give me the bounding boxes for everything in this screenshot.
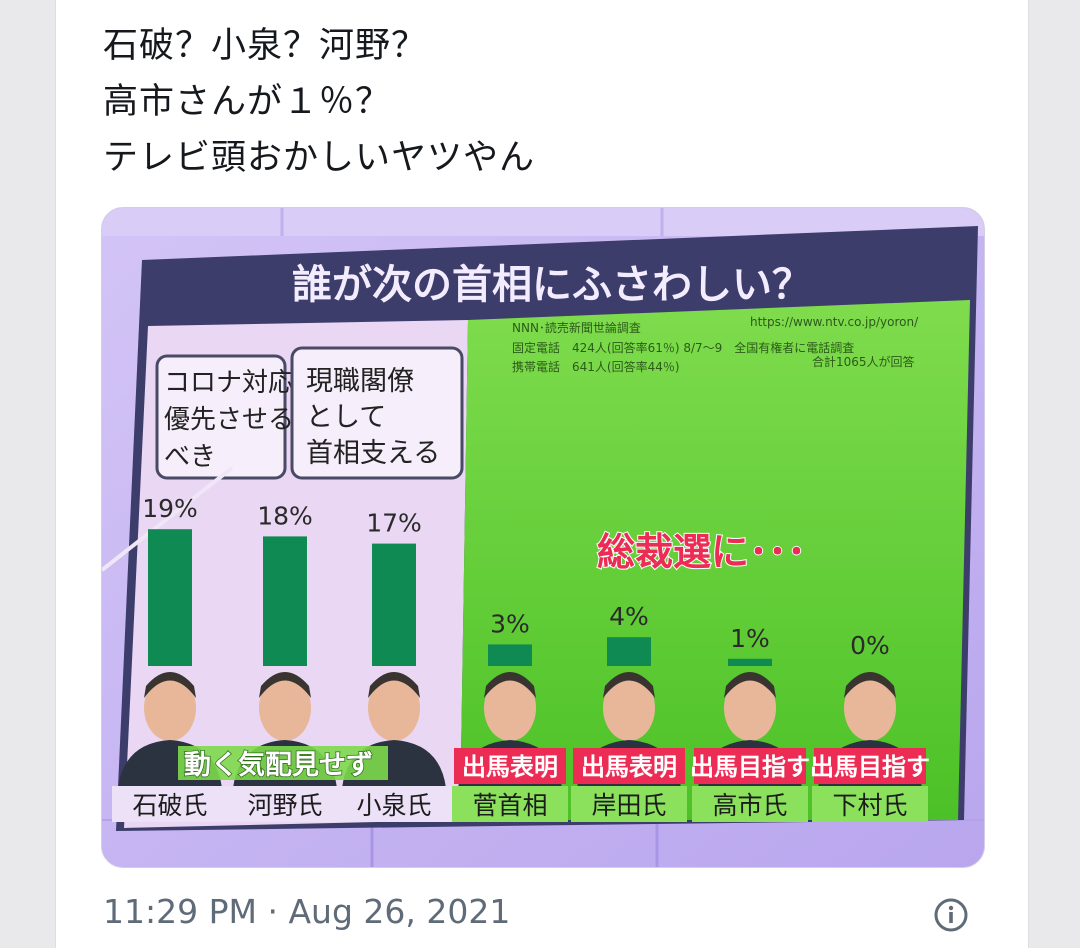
label-box-cabinet-line: 現職閣僚: [306, 366, 414, 397]
label-box-cabinet-line: 首相支える: [306, 438, 440, 469]
tweet-line: テレビ頭おかしいヤツやん: [103, 138, 536, 178]
info-circle-icon[interactable]: [934, 898, 968, 932]
panel-title: 誰が次の首相にふさわしい？: [292, 262, 812, 308]
label-box-cabinet-line: として: [306, 402, 386, 433]
group-tag: 動く気配見せず: [184, 749, 373, 781]
candidate-name: 下村氏: [832, 791, 907, 820]
status-tag: 出馬表明: [462, 753, 558, 781]
chart-bar: [148, 529, 192, 666]
tweet-meta: 11:29 PM · Aug 26, 2021: [103, 892, 510, 931]
status-tag: 出馬目指す: [810, 753, 930, 781]
candidacy-banner: 総裁選に･･･: [597, 530, 806, 574]
chart-bar: [728, 658, 772, 666]
candidate-name: 岸田氏: [591, 791, 666, 820]
source-total: 合計1065人が回答: [812, 354, 915, 369]
tweet-date[interactable]: Aug 26, 2021: [288, 892, 510, 931]
chart-value-label: 3%: [490, 609, 530, 638]
poll-chart: 誰が次の首相にふさわしい？ NNN･読売新聞世論調査 https://www.n…: [102, 208, 984, 867]
chart-value-label: 1%: [730, 624, 770, 653]
chart-value-label: 0%: [850, 631, 890, 660]
label-box-covid-line: べき: [164, 442, 216, 472]
status-tag: 出馬表明: [581, 753, 677, 781]
meta-separator: ·: [267, 892, 278, 931]
candidate-name: 菅首相: [472, 791, 547, 820]
label-box-covid-line: 優先させる: [164, 405, 294, 435]
status-tag: 出馬目指す: [690, 753, 810, 781]
chart-value-label: 17%: [366, 509, 422, 538]
source-mobile: 携帯電話 641人(回答率44％): [512, 359, 680, 374]
tweet-text: 石破？小泉？河野？ 高市さんが１％？ テレビ頭おかしいヤツやん: [103, 18, 983, 186]
tweet-time[interactable]: 11:29 PM: [103, 892, 257, 931]
chart-bar: [372, 543, 416, 666]
chart-value-label: 4%: [609, 602, 649, 631]
chart-value-label: 18%: [257, 501, 313, 530]
label-box-covid-line: コロナ対応: [164, 368, 294, 398]
source-url: https://www.ntv.co.jp/yoron/: [750, 315, 919, 329]
tweet-image[interactable]: 誰が次の首相にふさわしい？ NNN･読売新聞世論調査 https://www.n…: [101, 207, 985, 868]
chart-value-label: 19%: [142, 494, 198, 523]
source-label: NNN･読売新聞世論調査: [512, 320, 641, 335]
tweet-card: 石破？小泉？河野？ 高市さんが１％？ テレビ頭おかしいヤツやん 誰が次の首相にふ…: [55, 0, 1029, 948]
candidate-name: 小泉氏: [356, 791, 431, 820]
tweet-line: 高市さんが１％？: [103, 82, 392, 122]
chart-bar: [488, 644, 532, 666]
chart-bar: [607, 637, 651, 666]
source-landline: 固定電話 424人(回答率61％) 8/7～9 全国有権者に電話調査: [512, 340, 854, 355]
tweet-line: 石破？小泉？河野？: [103, 26, 428, 66]
candidate-name: 高市氏: [712, 791, 787, 820]
candidate-name: 石破氏: [132, 791, 207, 820]
candidate-name: 河野氏: [247, 791, 322, 820]
chart-bar: [263, 536, 307, 666]
